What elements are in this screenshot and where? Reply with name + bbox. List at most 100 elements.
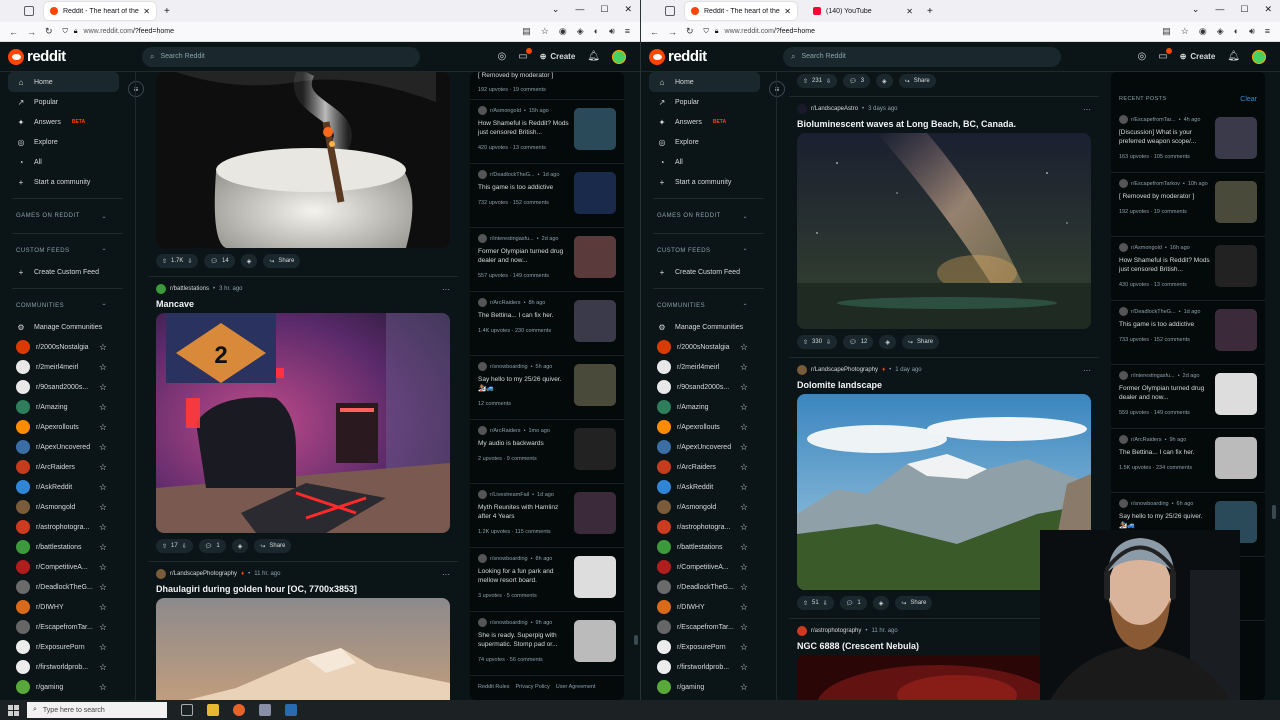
sidebar-item-all[interactable]: ◔ All xyxy=(641,152,776,172)
comments-button[interactable]: 💬︎ 1 xyxy=(839,596,867,610)
recent-post-thumbnail[interactable] xyxy=(1215,437,1257,479)
scrollbar-thumb[interactable] xyxy=(1272,505,1276,519)
star-icon[interactable]: ☆ xyxy=(99,622,107,633)
star-icon[interactable]: ☆ xyxy=(99,662,107,673)
more-options-icon[interactable]: ⋯ xyxy=(442,285,450,294)
search-input[interactable]: ⌕ Search Reddit xyxy=(783,46,1061,67)
windows-start-icon[interactable] xyxy=(8,704,19,716)
sidebar-item-explore[interactable]: ◎ Explore xyxy=(641,132,776,152)
post-title[interactable]: Dhaulagiri during golden hour [OC, 7700x… xyxy=(156,584,450,594)
star-icon[interactable]: ☆ xyxy=(740,662,748,673)
recent-post-item[interactable]: r/DeadlockTheG... • 1d ago This game is too… xyxy=(470,164,624,228)
chat-icon[interactable]: ▭ xyxy=(518,48,533,62)
create-custom-feed-button[interactable]: + Create Custom Feed xyxy=(641,262,776,282)
star-icon[interactable]: ☆ xyxy=(99,422,107,433)
audio-icon[interactable]: 🔊︎ xyxy=(1249,26,1255,37)
sidebar-community-item[interactable]: r/DeadlockTheG... ☆ xyxy=(0,577,135,597)
share-button[interactable]: ↪ Share xyxy=(263,254,301,268)
footer-link[interactable]: Reddit Rules xyxy=(478,684,510,690)
recent-post-item[interactable]: r/ArcRaiders • 9h ago The Bettina... I can … xyxy=(1111,429,1265,493)
pocket-icon[interactable]: ◈ xyxy=(1217,26,1224,37)
extension-icon[interactable]: ◉ xyxy=(559,26,567,37)
recent-post-item[interactable]: r/snowboarding • 9h ago She is ready. Super… xyxy=(470,612,624,676)
star-icon[interactable]: ☆ xyxy=(740,342,748,353)
back-icon[interactable]: ← xyxy=(650,27,659,37)
sidebar-community-item[interactable]: r/CompetitiveA... ☆ xyxy=(0,557,135,577)
tab-reddit[interactable]: Reddit - The heart of the intern ✕ xyxy=(44,2,156,20)
sidebar-community-item[interactable]: r/gaming ☆ xyxy=(0,677,135,697)
tab-overview-icon[interactable] xyxy=(24,6,34,16)
account-icon[interactable]: ◐ xyxy=(1234,26,1239,37)
award-button[interactable]: ◈ xyxy=(879,335,897,349)
star-icon[interactable]: ☆ xyxy=(99,602,107,613)
star-icon[interactable]: ☆ xyxy=(99,542,107,553)
feed-post[interactable]: ⇧ 1.7K ⇩ 💬︎ 14 ◈ ↪ Share xyxy=(148,72,458,277)
taskbar-search-input[interactable]: ⌕ Type here to search xyxy=(27,702,167,718)
new-tab-icon[interactable]: + xyxy=(164,6,170,17)
sidebar-community-item[interactable]: r/AskReddit ☆ xyxy=(0,477,135,497)
sidebar-community-item[interactable]: r/90sand2000s... ☆ xyxy=(641,377,776,397)
star-icon[interactable]: ☆ xyxy=(99,442,107,453)
recent-post-thumbnail[interactable] xyxy=(1215,181,1257,223)
vote-button[interactable]: ⇧ 17 ⇩ xyxy=(156,539,193,553)
account-icon[interactable]: ◐ xyxy=(594,26,599,37)
games-section-header[interactable]: GAMES ON REDDIT ⌄ xyxy=(0,205,135,227)
award-button[interactable]: ◈ xyxy=(876,74,893,88)
post-subreddit[interactable]: r/LandscapeAstro xyxy=(811,106,858,112)
recent-post-item[interactable]: r/Asmongold • 16h ago How Shameful is Reddi… xyxy=(1111,237,1265,301)
feed-post[interactable]: r/LandscapeAstro • 3 days ago ⋯ Biolumin… xyxy=(789,96,1099,358)
reader-view-icon[interactable]: ▤ xyxy=(522,26,531,37)
award-button[interactable]: ◈ xyxy=(240,254,258,268)
vote-button[interactable]: ⇧ 51 ⇩ xyxy=(797,596,834,610)
recent-post-item[interactable]: r/Asmongold • 15h ago How Shameful is Reddi… xyxy=(470,100,624,164)
sidebar-item-home[interactable]: ⌂ Home xyxy=(649,72,760,92)
sidebar-community-item[interactable]: r/EscapefromTar... ☆ xyxy=(0,617,135,637)
sidebar-item-popular[interactable]: ↗ Popular xyxy=(641,92,776,112)
communities-section-header[interactable]: COMMUNITIES ⌃ xyxy=(641,295,776,317)
post-title[interactable]: Dolomite landscape xyxy=(797,380,1091,390)
user-avatar[interactable] xyxy=(1252,49,1266,64)
minimize-icon[interactable]: — xyxy=(575,4,584,15)
sidebar-community-item[interactable]: r/DIWHY ☆ xyxy=(641,597,776,617)
recent-post-item[interactable]: r/DeadlockTheG... • 1d ago This game is too… xyxy=(1111,301,1265,365)
pocket-icon[interactable]: ◈ xyxy=(577,26,584,37)
sidebar-community-item[interactable]: r/Asmongold ☆ xyxy=(641,497,776,517)
app-icon[interactable] xyxy=(259,704,271,716)
recent-post-thumbnail[interactable] xyxy=(1215,245,1257,287)
comments-button[interactable]: 💬︎ 3 xyxy=(843,74,871,88)
sidebar-community-item[interactable]: r/Amazing ☆ xyxy=(0,397,135,417)
clear-recent-button[interactable]: Clear xyxy=(1240,96,1257,103)
tab-reddit[interactable]: Reddit - The heart of the intern ✕ xyxy=(685,2,797,20)
vote-button[interactable]: ⇧ 330 ⇩ xyxy=(797,335,838,349)
firefox-icon[interactable] xyxy=(233,704,245,716)
star-icon[interactable]: ☆ xyxy=(740,382,748,393)
manage-communities-button[interactable]: ⚙ Manage Communities xyxy=(641,317,776,337)
sidebar-community-item[interactable]: r/Amazing ☆ xyxy=(641,397,776,417)
bookmark-icon[interactable]: ☆ xyxy=(1181,26,1189,37)
star-icon[interactable]: ☆ xyxy=(99,582,107,593)
star-icon[interactable]: ☆ xyxy=(740,362,748,373)
maximize-icon[interactable]: ☐ xyxy=(600,4,608,15)
sidebar-community-item[interactable]: r/ExposurePorn ☆ xyxy=(0,637,135,657)
star-icon[interactable]: ☆ xyxy=(740,502,748,513)
tab-overview-icon[interactable] xyxy=(665,6,675,16)
comments-button[interactable]: 💬︎ 12 xyxy=(843,335,874,349)
recent-post-thumbnail[interactable] xyxy=(1215,373,1257,415)
task-view-icon[interactable] xyxy=(181,704,193,716)
star-icon[interactable]: ☆ xyxy=(740,602,748,613)
star-icon[interactable]: ☆ xyxy=(740,542,748,553)
share-button[interactable]: ↪ Share xyxy=(895,596,933,610)
recent-post-thumbnail[interactable] xyxy=(574,108,616,150)
recent-post-thumbnail[interactable] xyxy=(574,492,616,534)
recent-post-thumbnail[interactable] xyxy=(574,172,616,214)
star-icon[interactable]: ☆ xyxy=(99,462,107,473)
create-button[interactable]: ⊕ Create xyxy=(540,52,576,61)
award-button[interactable]: ◈ xyxy=(231,539,249,553)
more-options-icon[interactable]: ⋯ xyxy=(1083,366,1091,375)
chat-icon[interactable]: ▭ xyxy=(1158,48,1173,62)
sidebar-item-start-a-community[interactable]: + Start a community xyxy=(0,172,135,192)
audio-icon[interactable]: 🔊︎ xyxy=(609,26,615,37)
post-subreddit[interactable]: r/LandscapePhotography xyxy=(170,571,237,577)
sidebar-community-item[interactable]: r/DeadlockTheG... ☆ xyxy=(641,577,776,597)
mute-tab-icon[interactable]: ✕ xyxy=(784,7,791,16)
